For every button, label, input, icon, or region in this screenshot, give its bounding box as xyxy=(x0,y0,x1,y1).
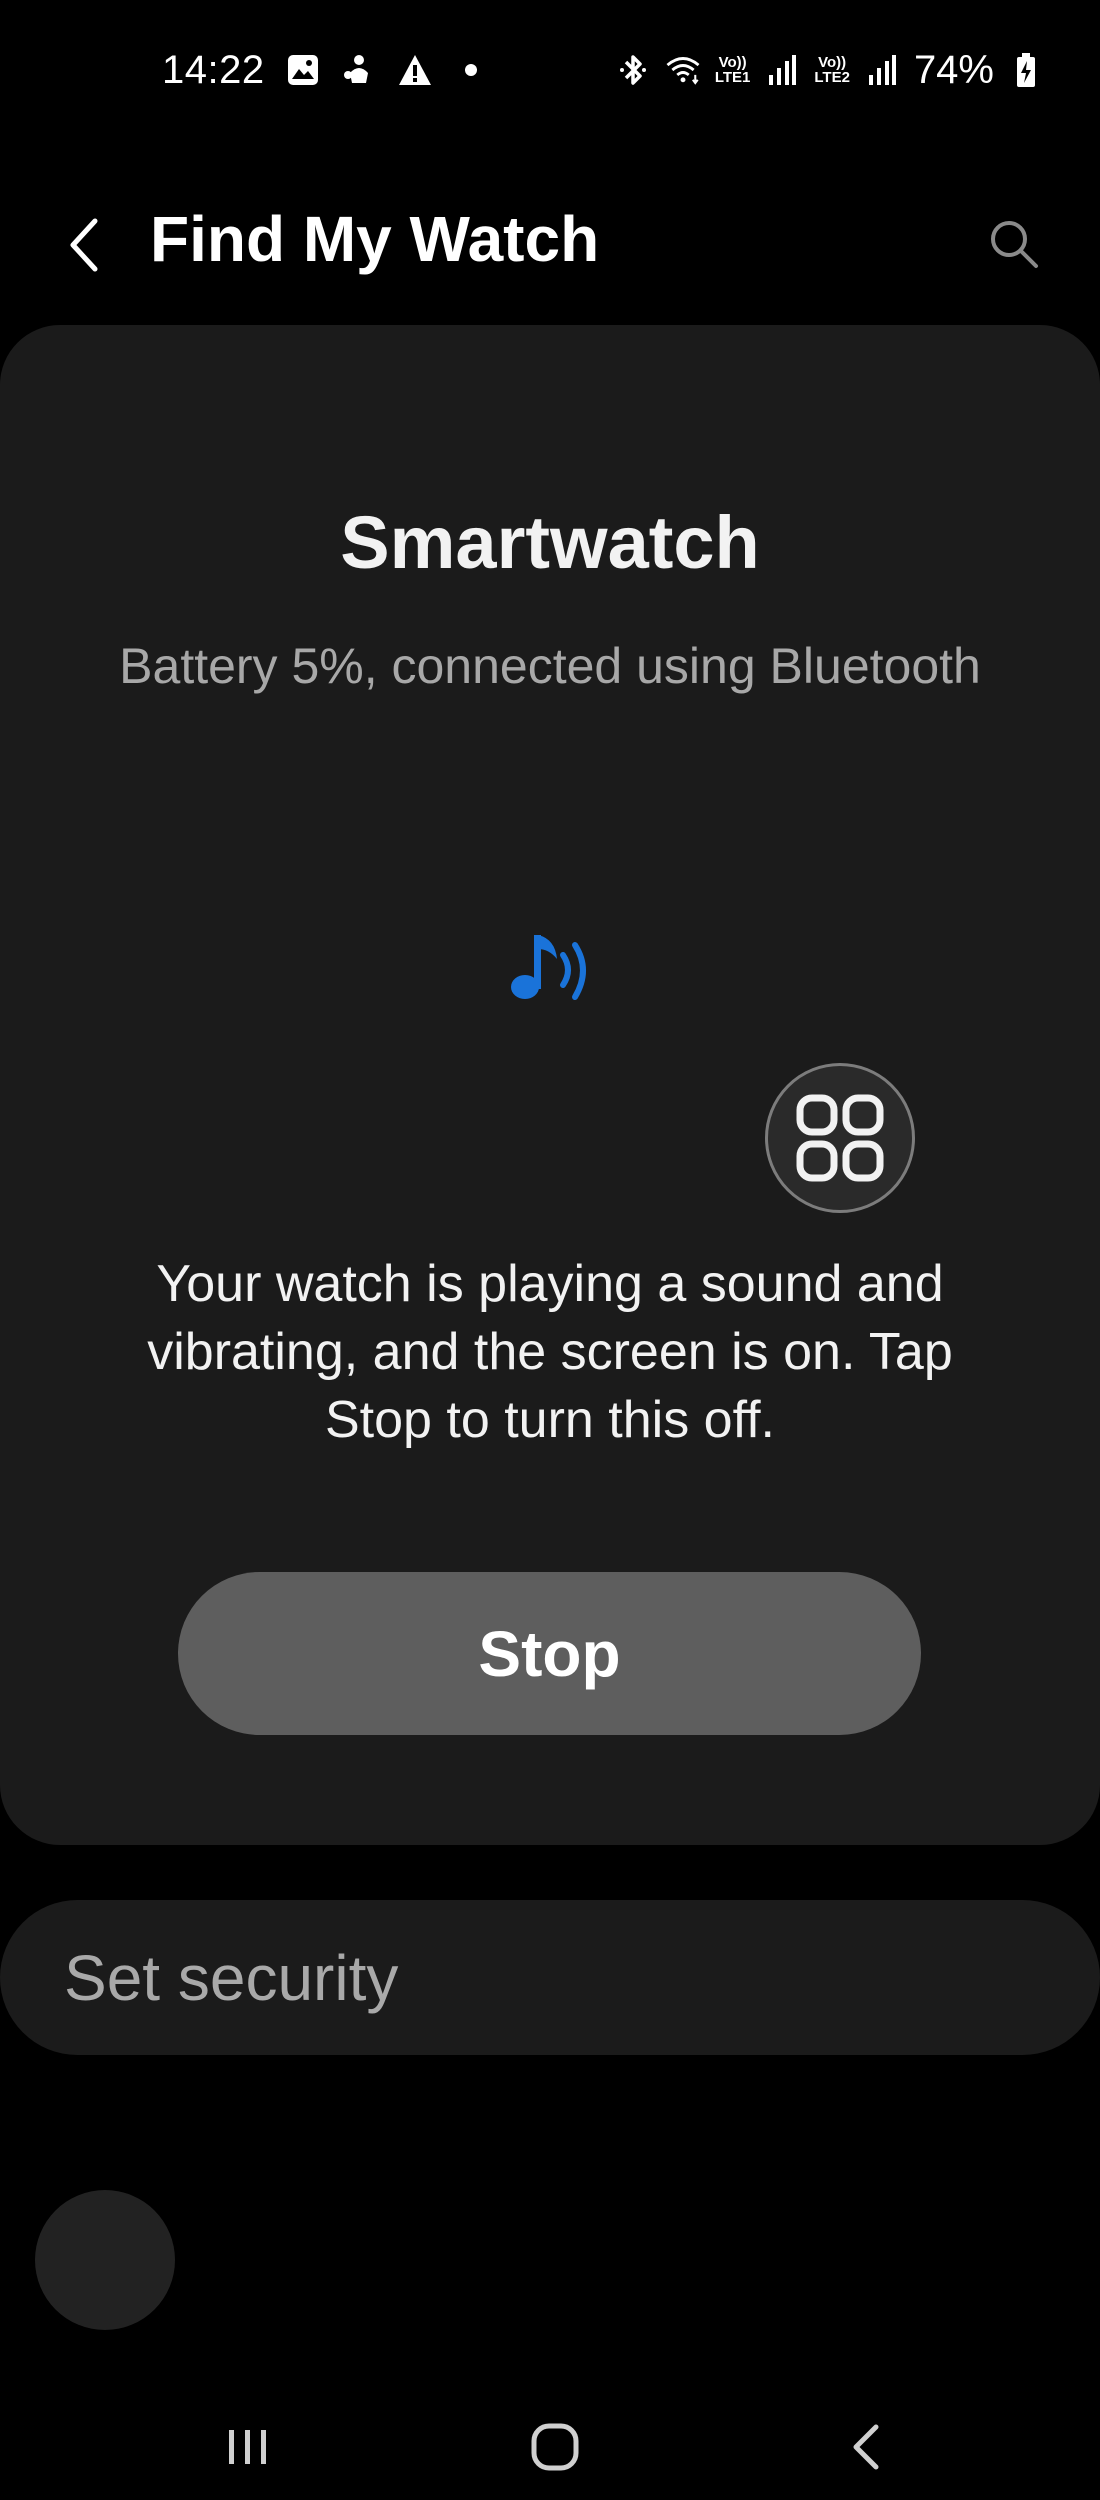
music-note-sound-icon xyxy=(505,925,595,1015)
stop-button[interactable]: Stop xyxy=(178,1572,921,1735)
device-name: Smartwatch xyxy=(340,501,760,584)
warning-icon xyxy=(397,52,433,88)
network-lte2-indicator: Vo)) LTE2 xyxy=(814,55,850,85)
device-status: Battery 5%, connected using Bluetooth xyxy=(119,638,981,694)
navigation-bar xyxy=(0,2390,1100,2500)
floating-action-circle[interactable] xyxy=(35,2190,175,2330)
network-lte1-volte: Vo)) xyxy=(718,54,747,71)
status-bar: 14:22 Vo)) LTE1 Vo)) LTE2 74% xyxy=(0,0,1100,140)
network-lte1-indicator: Vo)) LTE1 xyxy=(715,55,751,85)
search-button[interactable] xyxy=(978,208,1050,280)
search-icon xyxy=(991,221,1038,268)
nav-back-button[interactable] xyxy=(826,2412,906,2482)
notification-app-icon xyxy=(341,52,377,88)
network-lte2-volte: Vo)) xyxy=(818,54,847,71)
page-title: Find My Watch xyxy=(150,203,600,275)
signal-icon xyxy=(764,52,800,88)
set-security-label: Set security xyxy=(64,1941,399,2014)
back-button[interactable] xyxy=(50,210,120,280)
status-bar-left: 14:22 xyxy=(162,48,489,93)
status-bar-right: Vo)) LTE1 Vo)) LTE2 74% xyxy=(615,48,1044,93)
battery-charging-icon xyxy=(1008,52,1044,88)
network-lte2-label: LTE2 xyxy=(814,69,850,86)
apps-grid-icon xyxy=(796,1094,884,1182)
wifi-icon xyxy=(665,52,701,88)
image-icon xyxy=(285,52,321,88)
chevron-left-icon xyxy=(70,218,98,272)
bluetooth-icon xyxy=(615,52,651,88)
ringing-message: Your watch is playing a sound and vibrat… xyxy=(147,1255,953,1449)
signal-icon xyxy=(864,52,900,88)
apps-button[interactable] xyxy=(765,1063,915,1213)
app-header: Find My Watch xyxy=(0,170,1100,310)
home-button[interactable] xyxy=(515,2412,595,2482)
back-icon xyxy=(853,2424,879,2470)
screen: 14:22 Vo)) LTE1 Vo)) LTE2 74% Find My Wa… xyxy=(0,0,1100,2500)
status-time: 14:22 xyxy=(162,47,265,92)
home-icon xyxy=(531,2423,579,2471)
network-lte1-label: LTE1 xyxy=(714,69,751,86)
dot-icon xyxy=(453,52,489,88)
set-security-item[interactable]: Set security xyxy=(0,1900,1100,2055)
device-card: Smartwatch Battery 5%, connected using B… xyxy=(0,325,1100,1845)
recents-icon xyxy=(229,2430,266,2464)
battery-percent: 74% xyxy=(913,47,994,92)
recent-apps-button[interactable] xyxy=(208,2412,288,2482)
